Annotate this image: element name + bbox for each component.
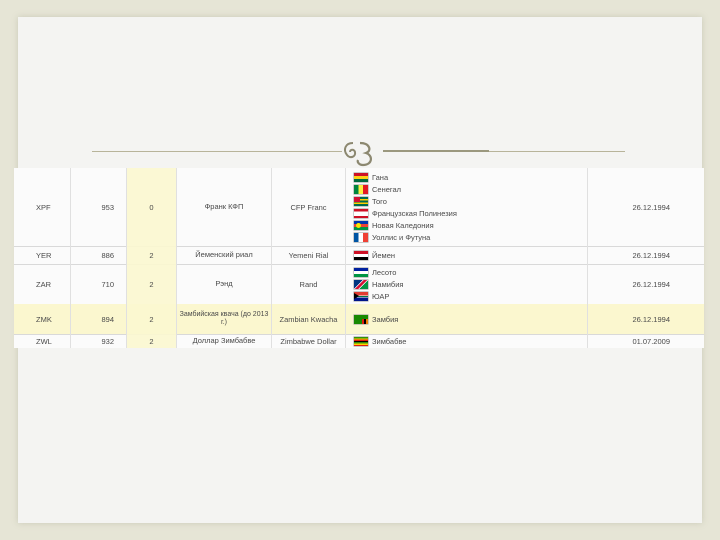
- country-item[interactable]: Новая Каледония: [354, 219, 434, 231]
- currency-digits: 2: [127, 246, 177, 264]
- country-item[interactable]: Йемен: [354, 249, 395, 261]
- currency-name-en: Rand: [272, 264, 346, 304]
- zambia-flag-icon: [354, 314, 368, 324]
- country-item[interactable]: Французская Полинезия: [354, 207, 457, 219]
- currency-name-en: Zambian Kwacha: [272, 304, 346, 334]
- currency-digits: 2: [127, 334, 177, 348]
- currency-number: 953: [71, 168, 127, 246]
- currency-code: YER: [14, 246, 71, 264]
- currency-code: ZMK: [14, 304, 71, 334]
- divider-left: [92, 151, 342, 152]
- country-item[interactable]: Уоллис и Футуна: [354, 231, 430, 243]
- country-item[interactable]: Замбия: [354, 313, 398, 325]
- currency-name-en: Yemeni Rial: [272, 246, 346, 264]
- introduction-date: 26.12.1994: [632, 314, 670, 324]
- currency-digits: 2: [127, 304, 177, 334]
- country-item[interactable]: Гана: [354, 171, 388, 183]
- currency-name-ru[interactable]: Франк КФП: [177, 168, 272, 246]
- flourish-ornament-icon: [344, 141, 372, 167]
- currency-name-ru[interactable]: Доллар Зимбабве: [177, 334, 272, 348]
- zimbabwe-flag-icon: [354, 336, 368, 346]
- divider-right-accent: [383, 150, 489, 152]
- currency-name-ru[interactable]: Йеменский риал: [177, 246, 272, 264]
- senegal-flag-icon: [354, 184, 368, 194]
- wallis-futuna-flag-icon: [354, 232, 368, 242]
- french-polynesia-flag-icon: [354, 208, 368, 218]
- country-list: Лесото Намибия ЮАР: [346, 264, 588, 304]
- country-list: Гана Сенегал Того Французская Полинезия …: [346, 168, 588, 246]
- country-item[interactable]: Лесото: [354, 266, 396, 278]
- ghana-flag-icon: [354, 172, 368, 182]
- currency-code: ZWL: [14, 334, 71, 348]
- introduction-date: 01.07.2009: [632, 336, 670, 346]
- country-item[interactable]: ЮАР: [354, 290, 389, 302]
- currency-number: 932: [71, 334, 127, 348]
- introduction-date: 26.12.1994: [632, 279, 670, 289]
- currency-number: 894: [71, 304, 127, 334]
- country-item[interactable]: Намибия: [354, 278, 403, 290]
- currency-name-en: Zimbabwe Dollar: [272, 334, 346, 348]
- country-item[interactable]: Зимбабве: [354, 335, 406, 347]
- table-row: ZMK 894 2 Замбийская квача (до 2013 г.) …: [14, 304, 704, 335]
- introduction-date: 26.12.1994: [632, 250, 670, 260]
- currency-name-en: CFP Franc: [272, 168, 346, 246]
- table-row: ZAR 710 2 Рэнд Rand Лесото Намибия ЮАР 2…: [14, 264, 704, 305]
- yemen-flag-icon: [354, 250, 368, 260]
- table-row: XPF 953 0 Франк КФП CFP Franc Гана Сенег…: [14, 168, 704, 247]
- country-list: Замбия: [346, 304, 588, 334]
- currency-table: XPF 953 0 Франк КФП CFP Franc Гана Сенег…: [14, 168, 704, 348]
- currency-name-ru[interactable]: Рэнд: [177, 264, 272, 304]
- country-list: Зимбабве: [346, 334, 588, 348]
- south-africa-flag-icon: [354, 291, 368, 301]
- country-item[interactable]: Того: [354, 195, 387, 207]
- currency-code: ZAR: [14, 264, 71, 304]
- new-caledonia-flag-icon: [354, 220, 368, 230]
- lesotho-flag-icon: [354, 267, 368, 277]
- currency-number: 886: [71, 246, 127, 264]
- currency-number: 710: [71, 264, 127, 304]
- table-row: ZWL 932 2 Доллар Зимбабве Zimbabwe Dolla…: [14, 334, 704, 348]
- table-row: YER 886 2 Йеменский риал Yemeni Rial Йем…: [14, 246, 704, 265]
- togo-flag-icon: [354, 196, 368, 206]
- currency-name-ru[interactable]: Замбийская квача (до 2013 г.): [177, 304, 272, 334]
- namibia-flag-icon: [354, 279, 368, 289]
- country-list: Йемен: [346, 246, 588, 264]
- currency-code: XPF: [14, 168, 71, 246]
- currency-digits: 0: [127, 168, 177, 246]
- country-item[interactable]: Сенегал: [354, 183, 401, 195]
- introduction-date: 26.12.1994: [632, 202, 670, 212]
- currency-digits: 2: [127, 264, 177, 304]
